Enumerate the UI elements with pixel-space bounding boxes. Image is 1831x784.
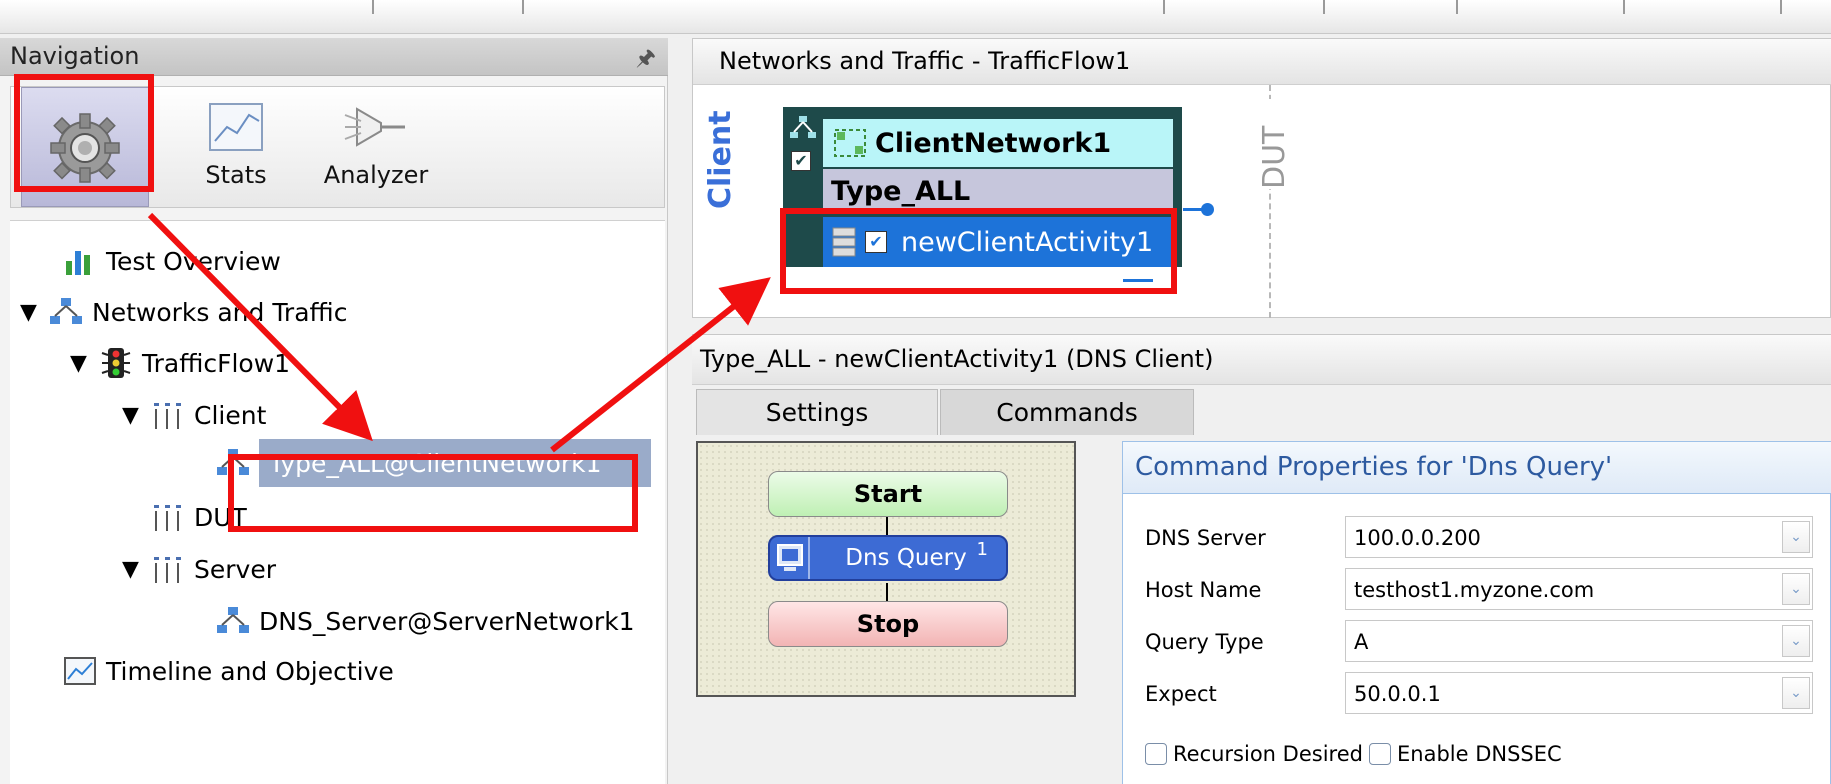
- expand-triangle-icon[interactable]: ▼: [122, 557, 150, 582]
- chevron-down-icon[interactable]: ⌄: [1782, 625, 1810, 657]
- stats-tool-label: Stats: [205, 161, 267, 189]
- flow-stop-node[interactable]: Stop: [768, 601, 1008, 647]
- top-tab-divider: [1323, 0, 1325, 14]
- expect-label: Expect: [1145, 682, 1217, 706]
- tree-item-timeline[interactable]: Timeline and Objective: [62, 651, 394, 691]
- network-icon: [790, 116, 816, 138]
- top-tab-divider: [372, 0, 374, 14]
- top-tab-divider: [522, 0, 524, 14]
- command-icon: [777, 544, 803, 571]
- tab-settings[interactable]: Settings: [696, 389, 938, 435]
- command-properties-panel: Command Properties for 'Dns Query' DNS S…: [1122, 441, 1831, 784]
- group-columns-icon: [154, 403, 181, 429]
- traffic-light-icon: [101, 348, 131, 378]
- tab-commands[interactable]: Commands: [940, 389, 1194, 435]
- navigation-header: Navigation 🖈: [0, 38, 668, 76]
- dns-query-label: Dns Query: [845, 545, 967, 571]
- expand-triangle-icon[interactable]: ▼: [122, 403, 150, 428]
- query-type-field[interactable]: A ⌄: [1345, 620, 1813, 662]
- top-tab-divider: [1456, 0, 1458, 14]
- command-divider: [808, 537, 810, 579]
- activity-panel-title: Type_ALL - newClientActivity1 (DNS Clien…: [692, 335, 1831, 385]
- top-tab-divider: [1163, 0, 1165, 14]
- query-type-label: Query Type: [1145, 630, 1264, 654]
- activity-panel: Type_ALL - newClientActivity1 (DNS Clien…: [692, 334, 1831, 784]
- client-column-label: Client: [703, 110, 738, 209]
- command-properties-title: Command Properties for 'Dns Query': [1123, 442, 1831, 494]
- dns-server-field[interactable]: 100.0.0.200 ⌄: [1345, 516, 1813, 558]
- top-tab-strip: [0, 0, 1831, 34]
- flow-arrow: [886, 517, 888, 535]
- network-icon: [217, 607, 249, 633]
- checkbox-box[interactable]: [1369, 743, 1391, 765]
- analyzer-tool-label: Analyzer: [323, 161, 429, 189]
- tree-item-server[interactable]: ▼ Server: [122, 549, 276, 589]
- top-tab-divider: [1623, 0, 1625, 14]
- chevron-down-icon[interactable]: ⌄: [1782, 573, 1810, 605]
- expand-triangle-icon[interactable]: ▼: [20, 300, 48, 325]
- command-index-badge: 1: [976, 539, 988, 560]
- recursion-desired-checkbox[interactable]: Recursion Desired: [1145, 742, 1363, 766]
- network-enable-checkbox[interactable]: ✔: [791, 151, 811, 171]
- analyzer-tool-button[interactable]: Analyzer: [311, 87, 441, 207]
- annotation-box-activity: [780, 208, 1177, 294]
- tree-item-trafficflow[interactable]: ▼ TrafficFlow1: [70, 343, 290, 383]
- stats-tool-button[interactable]: Stats: [191, 87, 281, 207]
- enable-dnssec-checkbox[interactable]: Enable DNSSEC: [1369, 742, 1562, 766]
- flow-dns-query-node[interactable]: Dns Query 1: [768, 535, 1008, 581]
- checkbox-box[interactable]: [1145, 743, 1167, 765]
- client-network-header: ClientNetwork1: [823, 119, 1173, 167]
- dut-column-label: DUT: [1257, 99, 1292, 189]
- flow-start-node[interactable]: Start: [768, 471, 1008, 517]
- command-flow-canvas: Start Dns Query 1 Stop: [696, 441, 1076, 697]
- network-nodes-icon: [834, 129, 866, 157]
- analyzer-funnel-icon: [344, 107, 405, 147]
- top-tab-divider: [1780, 0, 1782, 14]
- group-columns-icon: [154, 557, 181, 583]
- expand-triangle-icon[interactable]: ▼: [70, 351, 98, 376]
- flow-arrow: [886, 583, 888, 601]
- client-network-name: ClientNetwork1: [875, 127, 1112, 159]
- tree-item-test-overview[interactable]: Test Overview: [62, 241, 281, 281]
- host-name-label: Host Name: [1145, 578, 1262, 602]
- bar-chart-icon: [66, 251, 90, 275]
- timeline-chart-icon: [64, 657, 96, 685]
- networks-panel-title: Networks and Traffic - TrafficFlow1: [693, 39, 1831, 85]
- network-icon: [50, 298, 82, 324]
- tree-item-server-node[interactable]: DNS_Server@ServerNetwork1: [215, 601, 635, 641]
- type-all-label[interactable]: Type_ALL: [823, 169, 1173, 213]
- dns-server-label: DNS Server: [1145, 526, 1266, 550]
- host-name-field[interactable]: testhost1.myzone.com ⌄: [1345, 568, 1813, 610]
- connector-port-dot[interactable]: [1201, 203, 1214, 216]
- chevron-down-icon[interactable]: ⌄: [1782, 677, 1810, 709]
- navigation-title: Navigation: [10, 42, 140, 70]
- group-columns-icon: [154, 505, 181, 531]
- chevron-down-icon[interactable]: ⌄: [1782, 521, 1810, 553]
- expect-field[interactable]: 50.0.0.1 ⌄: [1345, 672, 1813, 714]
- annotation-box-config: [14, 74, 154, 192]
- tree-item-networks-and-traffic[interactable]: ▼ Networks and Traffic: [20, 292, 347, 332]
- tree-item-client[interactable]: ▼ Client: [122, 395, 266, 435]
- annotation-box-client-node: [228, 454, 638, 532]
- pin-icon[interactable]: 🖈: [636, 41, 656, 79]
- stats-chart-icon: [209, 103, 263, 151]
